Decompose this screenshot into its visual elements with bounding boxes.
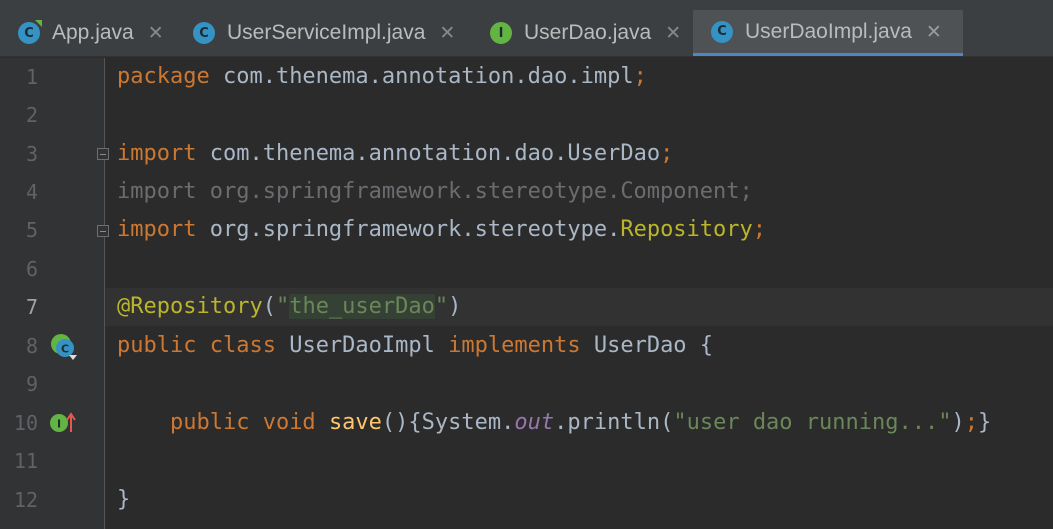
code-token: public class	[117, 333, 276, 358]
svg-text:I: I	[57, 418, 61, 431]
code-token: "	[434, 294, 449, 319]
code-line[interactable]: public class UserDaoImpl implements User…	[117, 327, 713, 365]
code-token: org.springframework.stereotype.	[196, 217, 621, 242]
code-token: ;	[964, 410, 978, 435]
code-line[interactable]: public void save(){System.out.println("u…	[117, 404, 991, 442]
code-token: import	[117, 217, 197, 242]
code-token: package	[117, 64, 210, 89]
file-icon-letter: I	[498, 25, 504, 41]
tab-label: UserDaoImpl.java	[745, 19, 912, 43]
tab-label: UserServiceImpl.java	[227, 21, 426, 44]
java-main-class-icon: C	[18, 20, 42, 44]
code-token: ;	[633, 64, 647, 89]
file-icon-letter: C	[199, 25, 209, 41]
tab-app[interactable]: C App.java ✕	[0, 10, 175, 56]
code-token: "user dao running..."	[673, 410, 952, 435]
code-token: import	[117, 141, 197, 166]
close-tab-icon[interactable]: ✕	[665, 22, 681, 44]
tab-user-dao[interactable]: I UserDao.java ✕	[472, 10, 693, 56]
line-number: 7	[25, 295, 38, 319]
line-number: 2	[25, 103, 38, 127]
close-tab-icon[interactable]: ✕	[148, 22, 164, 44]
code-token: Repository	[620, 217, 753, 242]
svg-text:C: C	[61, 343, 69, 356]
code-token: save	[328, 410, 382, 435]
code-token: UserDaoImpl	[275, 333, 449, 358]
code-line[interactable]: import org.springframework.stereotype.Co…	[117, 173, 753, 211]
line-number: 6	[25, 257, 38, 281]
java-class-icon: C	[711, 20, 733, 43]
code-token: UserDao {	[580, 333, 714, 358]
line-number: 10	[13, 411, 38, 435]
tab-user-dao-impl[interactable]: C UserDaoImpl.java ✕	[693, 10, 963, 56]
code-line[interactable]: }	[117, 481, 130, 519]
line-number: 12	[13, 488, 38, 512]
line-number: 8	[25, 334, 38, 358]
code-token: ;	[752, 217, 767, 242]
code-token: }	[978, 410, 992, 435]
code-token: .println(	[554, 410, 674, 435]
code-token: ;	[660, 141, 674, 166]
implementation-gutter-icon[interactable]: C	[50, 333, 78, 361]
line-number: 4	[25, 180, 38, 204]
code-token: (){System.	[381, 410, 515, 435]
code-token: }	[117, 487, 131, 512]
java-interface-icon: I	[490, 22, 512, 44]
code-token: import org.springframework.stereotype.Co…	[117, 179, 753, 204]
editor-tab-bar: C App.java ✕ C UserServiceImpl.java ✕ I UserDao…	[0, 0, 1053, 57]
fold-marker-imports-start-icon[interactable]	[97, 148, 109, 160]
code-token: com.thenema.annotation.dao.UserDao	[196, 141, 661, 166]
code-line[interactable]: import com.thenema.annotation.dao.UserDa…	[117, 135, 673, 173]
close-tab-icon[interactable]: ✕	[439, 22, 455, 44]
close-tab-icon[interactable]: ✕	[926, 21, 942, 43]
code-token: the_userDao	[289, 294, 435, 319]
code-line[interactable]: @Repository("the_userDao")	[117, 288, 461, 326]
tab-label: UserDao.java	[524, 21, 652, 44]
code-token: )	[448, 294, 462, 319]
java-class-icon: C	[193, 22, 215, 44]
line-number: 9	[25, 372, 38, 396]
code-token: )	[951, 410, 965, 435]
code-line[interactable]: import org.springframework.stereotype.Re…	[117, 211, 766, 249]
code-token: implements	[448, 333, 581, 358]
file-icon-letter: C	[717, 24, 727, 39]
code-line[interactable]: package com.thenema.annotation.dao.impl;	[117, 58, 647, 96]
line-number: 1	[25, 65, 38, 89]
line-number: 5	[25, 218, 38, 242]
code-token: com.thenema.annotation.dao.impl	[209, 64, 634, 89]
line-number: 11	[13, 449, 38, 473]
file-icon-letter: C	[24, 25, 34, 41]
code-token: "	[275, 294, 290, 319]
code-token: (	[262, 294, 276, 319]
fold-marker-imports-end-icon[interactable]	[97, 225, 109, 237]
code-token: @Repository	[117, 294, 263, 319]
line-number: 3	[25, 142, 38, 166]
code-token: public void	[169, 410, 316, 435]
implements-method-gutter-icon[interactable]: I	[48, 411, 78, 435]
code-token: out	[514, 410, 555, 435]
tab-user-service-impl[interactable]: C UserServiceImpl.java ✕	[175, 10, 472, 56]
tab-label: App.java	[52, 21, 134, 44]
